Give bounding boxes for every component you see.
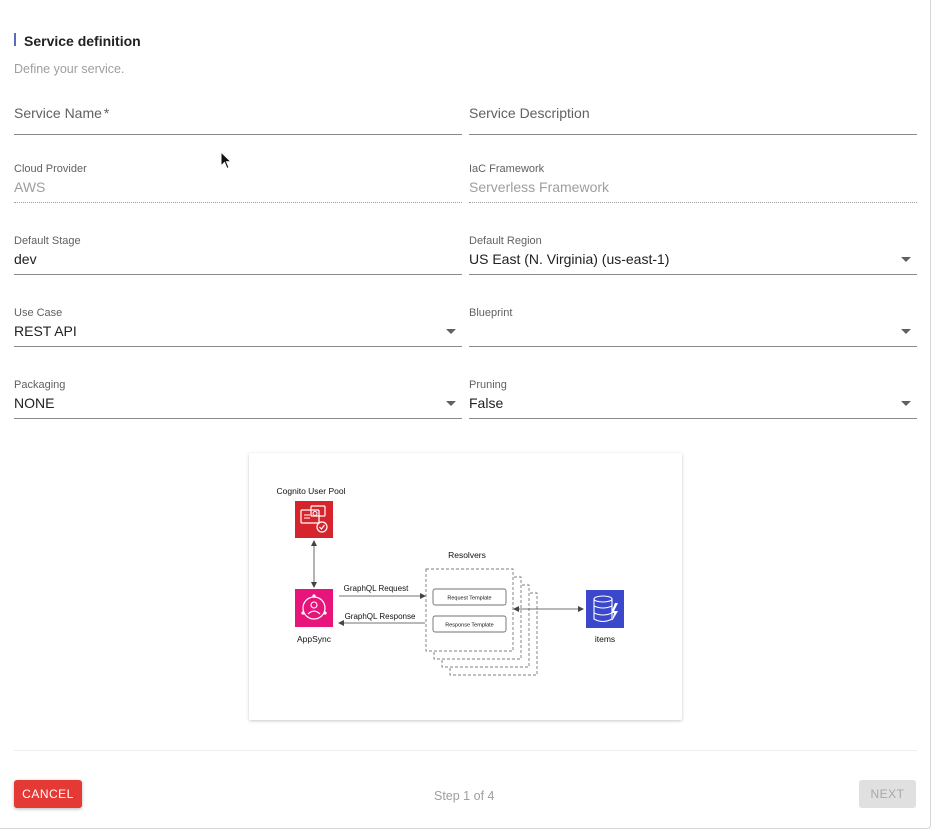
- items-label: items: [595, 634, 615, 644]
- architecture-diagram: Cognito User Pool AppSync Resolvers Requ…: [249, 453, 682, 720]
- packaging-label: Packaging: [14, 379, 66, 391]
- mouse-cursor-icon: [220, 151, 232, 170]
- default-region-label: Default Region: [469, 235, 542, 247]
- dropdown-arrow-icon: [446, 329, 456, 334]
- cloud-provider-field: Cloud Provider AWS: [14, 163, 462, 203]
- iac-framework-label: IaC Framework: [469, 163, 545, 175]
- next-button[interactable]: NEXT: [859, 780, 916, 808]
- resolvers-label: Resolvers: [448, 550, 486, 560]
- iac-framework-value: Serverless Framework: [469, 179, 610, 195]
- service-name-field[interactable]: Service Name *: [14, 95, 462, 135]
- pruning-select[interactable]: Pruning False: [469, 379, 917, 419]
- blueprint-label: Blueprint: [469, 307, 513, 319]
- default-region-value: US East (N. Virginia) (us-east-1): [469, 251, 670, 267]
- packaging-select[interactable]: Packaging NONE: [14, 379, 462, 419]
- use-case-label: Use Case: [14, 307, 63, 319]
- pruning-label: Pruning: [469, 379, 507, 391]
- default-region-select[interactable]: Default Region US East (N. Virginia) (us…: [469, 235, 917, 275]
- default-stage-value: dev: [14, 251, 37, 267]
- default-stage-label: Default Stage: [14, 235, 81, 247]
- iac-framework-field: IaC Framework Serverless Framework: [469, 163, 917, 203]
- dropdown-arrow-icon: [901, 401, 911, 406]
- default-stage-field[interactable]: Default Stage dev: [14, 235, 462, 275]
- blueprint-select[interactable]: Blueprint: [469, 307, 917, 347]
- cognito-label: Cognito User Pool: [277, 486, 346, 496]
- service-description-label: Service Description: [469, 105, 590, 121]
- appsync-icon: [295, 589, 333, 627]
- dynamodb-icon: [586, 590, 624, 628]
- service-description-field[interactable]: Service Description: [469, 95, 917, 135]
- dropdown-arrow-icon: [901, 257, 911, 262]
- cancel-button[interactable]: CANCEL: [14, 780, 82, 808]
- appsync-label: AppSync: [297, 634, 332, 644]
- dropdown-arrow-icon: [446, 401, 456, 406]
- step-indicator: Step 1 of 4: [434, 789, 495, 803]
- packaging-value: NONE: [14, 395, 55, 411]
- pruning-value: False: [469, 395, 504, 411]
- required-asterisk: *: [103, 105, 110, 121]
- graphql-response-label: GraphQL Response: [345, 612, 416, 621]
- use-case-value: REST API: [14, 323, 77, 339]
- dropdown-arrow-icon: [901, 329, 911, 334]
- cloud-provider-value: AWS: [14, 179, 46, 195]
- page-subtitle: Define your service.: [14, 62, 125, 76]
- service-definition-card: Service definition Define your service. …: [0, 0, 931, 829]
- response-template-box: Response Template: [432, 615, 507, 633]
- use-case-select[interactable]: Use Case REST API: [14, 307, 462, 347]
- request-template-label: Request Template: [447, 596, 491, 602]
- footer-divider: [14, 750, 917, 751]
- architecture-diagram-svg: Cognito User Pool AppSync Resolvers Requ…: [277, 486, 624, 676]
- cognito-icon: [295, 501, 333, 538]
- response-template-label: Response Template: [445, 623, 494, 629]
- service-name-label: Service Name: [14, 105, 102, 121]
- cloud-provider-label: Cloud Provider: [14, 163, 87, 175]
- page-title: Service definition: [24, 33, 141, 49]
- title-accent-bar: [14, 33, 16, 46]
- request-template-box: Request Template: [432, 588, 507, 606]
- graphql-request-label: GraphQL Request: [344, 584, 409, 593]
